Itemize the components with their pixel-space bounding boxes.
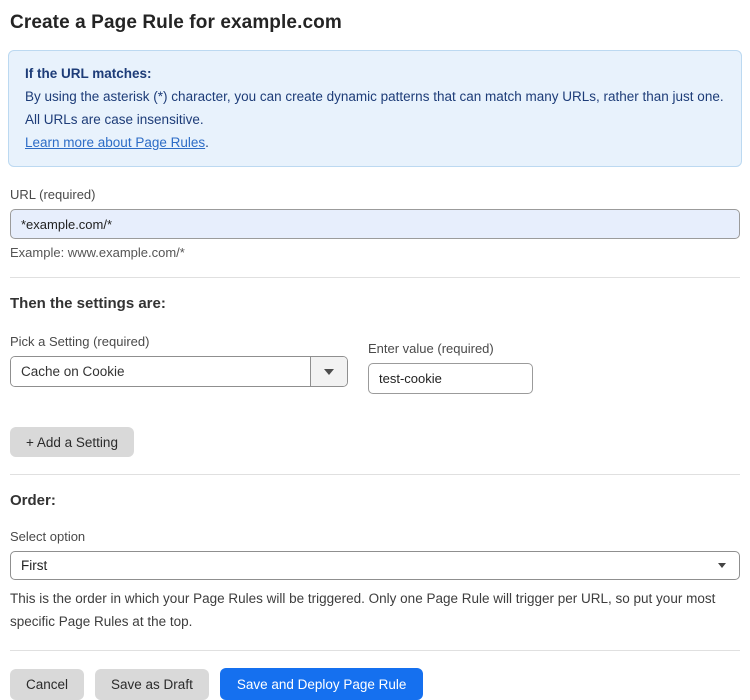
divider: [10, 277, 740, 278]
divider: [10, 474, 740, 475]
setting-picker-label: Pick a Setting (required): [10, 334, 150, 349]
url-input[interactable]: [10, 209, 740, 239]
info-box-heading: If the URL matches:: [25, 66, 152, 81]
footer-actions: Cancel Save as Draft Save and Deploy Pag…: [10, 668, 740, 700]
url-match-info-box: If the URL matches: By using the asteris…: [8, 50, 742, 167]
url-field-group: URL (required) Example: www.example.com/…: [10, 187, 740, 260]
order-select-label: Select option: [10, 529, 86, 544]
chevron-down-icon: [324, 368, 334, 375]
order-section: Order: Select option First This is the o…: [10, 492, 740, 633]
setting-value-input[interactable]: [368, 363, 533, 394]
order-select-value: First: [21, 558, 48, 573]
order-select[interactable]: First: [10, 551, 740, 580]
settings-heading: Then the settings are:: [10, 295, 166, 312]
link-suffix: .: [205, 135, 209, 150]
chevron-down-icon: [718, 563, 726, 568]
setting-value-group: Enter value (required): [368, 341, 533, 394]
setting-value-label: Enter value (required): [368, 341, 494, 356]
setting-select-value: Cache on Cookie: [11, 357, 310, 386]
save-as-draft-button[interactable]: Save as Draft: [95, 668, 209, 700]
order-heading: Order:: [10, 492, 56, 509]
save-and-deploy-button[interactable]: Save and Deploy Page Rule: [219, 668, 424, 700]
cancel-button[interactable]: Cancel: [10, 668, 85, 700]
info-box-link-line: Learn more about Page Rules.: [25, 131, 725, 154]
page-rule-form: Create a Page Rule for example.com If th…: [0, 0, 750, 700]
url-field-label: URL (required): [10, 187, 96, 202]
setting-select[interactable]: Cache on Cookie: [10, 356, 348, 387]
add-setting-button[interactable]: + Add a Setting: [10, 427, 134, 457]
settings-section: Then the settings are: Pick a Setting (r…: [10, 295, 740, 457]
info-box-body: By using the asterisk (*) character, you…: [25, 89, 724, 127]
setting-picker-group: Pick a Setting (required) Cache on Cooki…: [10, 334, 348, 394]
url-field-helper: Example: www.example.com/*: [10, 245, 185, 260]
page-title: Create a Page Rule for example.com: [10, 12, 342, 33]
divider: [10, 650, 740, 651]
setting-select-arrow-button[interactable]: [310, 357, 347, 386]
order-helper-text: This is the order in which your Page Rul…: [10, 591, 716, 629]
learn-more-link[interactable]: Learn more about Page Rules: [25, 135, 205, 150]
settings-row: Pick a Setting (required) Cache on Cooki…: [10, 334, 740, 394]
